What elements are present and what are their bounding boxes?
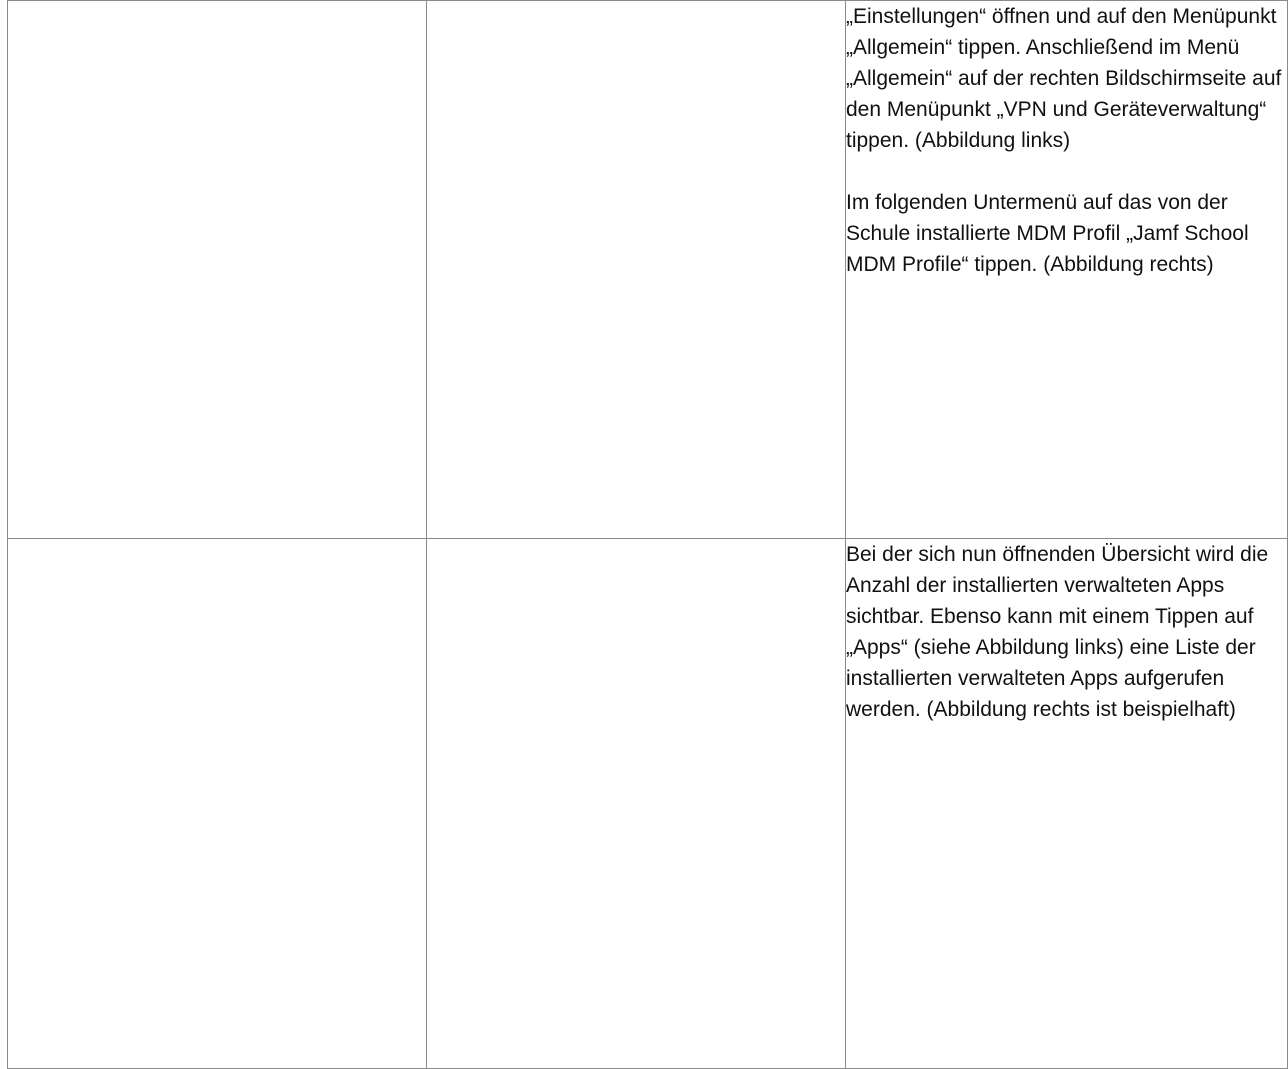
instruction-paragraph: „Einstellungen“ öffnen und auf den Menüp… [846, 5, 1282, 152]
screenshot-cell: EinstellungenDieses iPad wird von Freie … [7, 0, 427, 539]
instruction-paragraph: Im folgenden Untermenü auf das von der S… [846, 191, 1249, 276]
screenshot-cell: EinstellungenDieses iPad wird von Freie … [426, 538, 846, 1069]
screenshot-cell: EinstellungenDieses iPad wird von Freie … [7, 538, 427, 1069]
screenshot-cell: EinstellungenDieses iPad wird von Freie … [426, 0, 846, 539]
instruction-table: EinstellungenDieses iPad wird von Freie … [7, 0, 1288, 1069]
instruction-paragraph: Bei der sich nun öffnenden Übersicht wir… [846, 543, 1269, 721]
instruction-cell: Bei der sich nun öffnenden Übersicht wir… [845, 538, 1288, 1069]
instruction-cell: „Einstellungen“ öffnen und auf den Menüp… [845, 0, 1288, 539]
